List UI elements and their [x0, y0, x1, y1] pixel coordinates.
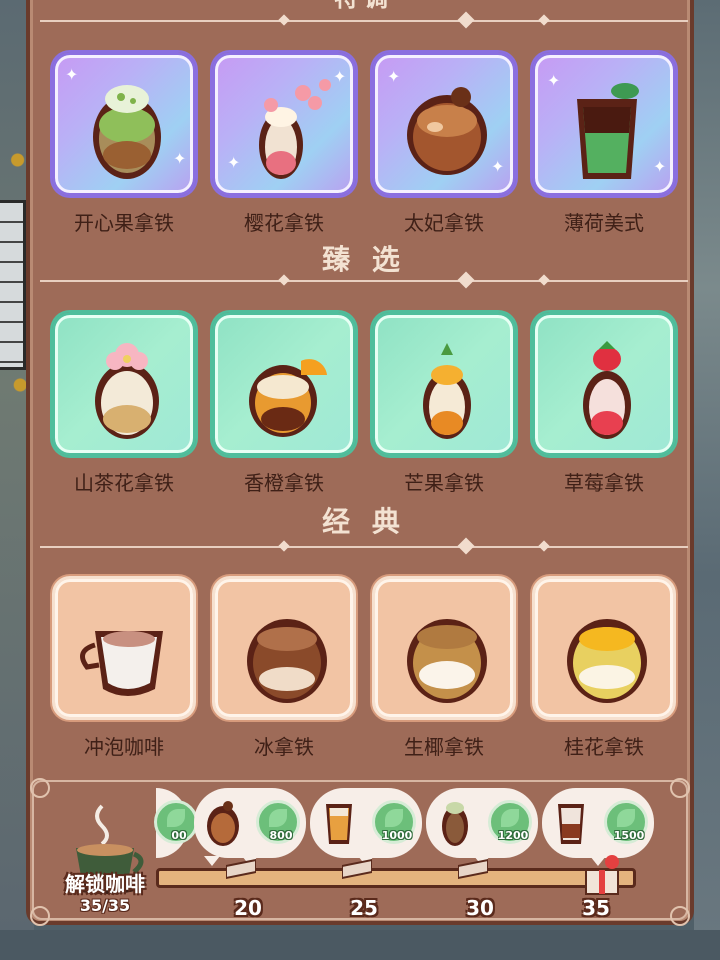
toffee-latte-mini-icon: [207, 801, 239, 846]
reward-amount: 1200: [497, 829, 529, 842]
drink-card-camellia-latte[interactable]: [52, 312, 196, 456]
corner-ornament: [30, 778, 50, 798]
drink-name-label: 生椰拿铁: [404, 735, 484, 759]
lantern-decoration: [0, 200, 26, 370]
leaf-token-icon: 1500: [604, 800, 648, 844]
drink-card-coconut-latte[interactable]: [372, 576, 516, 720]
osmanthus-latte-icon: [567, 619, 647, 703]
reward-milestone-35[interactable]: 1500: [542, 788, 654, 866]
drink-name-label: 香橙拿铁: [244, 471, 324, 495]
strawberry-latte-mini-icon: [558, 804, 584, 844]
brewed-coffee-icon: [80, 631, 163, 696]
reward-amount: 1000: [381, 829, 413, 842]
reward-milestone-20[interactable]: 800: [194, 788, 306, 866]
section-divider: [40, 537, 688, 555]
coconut-latte-icon: [407, 619, 487, 703]
unlock-coffee-label: 解锁咖啡: [65, 872, 145, 896]
section-title-classic: 经 典: [322, 505, 406, 538]
gift-box-icon[interactable]: [580, 854, 624, 898]
orange-latte-icon: [249, 359, 327, 437]
drink-name-label: 芒果拿铁: [404, 471, 484, 495]
orange-latte-mini-icon: [326, 804, 352, 844]
drink-card-sakura-latte[interactable]: ✦ ✦: [212, 52, 356, 196]
mango-latte-icon: [423, 343, 471, 439]
drink-card-osmanthus-latte[interactable]: [532, 576, 676, 720]
ribbon-tick-icon: [226, 858, 256, 880]
drink-name-label: 樱花拿铁: [244, 211, 324, 235]
unlock-count: 35/35: [79, 896, 131, 915]
section-divider: [40, 271, 688, 289]
drink-name-label: 太妃拿铁: [404, 211, 484, 235]
drink-card-strawberry-latte[interactable]: [532, 312, 676, 456]
milestone-label: 35: [582, 896, 610, 920]
reward-amount: 1500: [613, 829, 645, 842]
leaf-token-icon: 1000: [372, 800, 416, 844]
toffee-latte-icon: [407, 87, 487, 175]
unlock-progress-panel: 解锁咖啡 35/35 00 800 1000 1200 1500 20 25 3…: [26, 778, 694, 928]
drink-name-label: 冲泡咖啡: [84, 735, 164, 759]
background-scene-right: [694, 0, 720, 960]
camellia-latte-icon: [95, 343, 159, 439]
drink-card-mint-americano[interactable]: ✦ ✦: [532, 52, 676, 196]
corner-ornament: [670, 906, 690, 926]
sakura-latte-icon: [259, 79, 331, 179]
section-title-select: 臻 选: [322, 243, 406, 276]
drink-name-label: 草莓拿铁: [564, 471, 644, 495]
corner-ornament: [30, 906, 50, 926]
leaf-token-icon: 800: [256, 800, 300, 844]
drink-card-toffee-latte[interactable]: ✦ ✦: [372, 52, 516, 196]
drink-card-iced-latte[interactable]: [212, 576, 356, 720]
milestone-label: 25: [350, 896, 378, 920]
ribbon-tick-icon: [458, 858, 488, 880]
section-divider: [40, 11, 688, 29]
pistachio-latte-icon: [93, 85, 161, 179]
iced-latte-icon: [247, 619, 327, 703]
drink-name-label: 山茶花拿铁: [74, 471, 174, 495]
drink-name-label: 冰拿铁: [254, 735, 314, 759]
background-floor: [0, 930, 720, 960]
corner-ornament: [670, 778, 690, 798]
milestone-label: 20: [234, 896, 262, 920]
mint-americano-icon: [577, 83, 639, 179]
milestone-label: 30: [466, 896, 494, 920]
drink-name-label: 桂花拿铁: [564, 735, 644, 759]
drink-name-label: 开心果拿铁: [74, 211, 174, 235]
reward-milestone-30[interactable]: 1200: [426, 788, 538, 866]
drink-name-label: 薄荷美式: [564, 211, 644, 235]
drink-card-mango-latte[interactable]: [372, 312, 516, 456]
section-title-rare: 特调: [30, 0, 698, 13]
drink-card-orange-latte[interactable]: [212, 312, 356, 456]
pistachio-latte-mini-icon: [442, 802, 468, 846]
strawberry-latte-icon: [583, 341, 631, 439]
leaf-token-icon: 00: [154, 800, 198, 844]
drink-card-brewed-coffee[interactable]: [52, 576, 196, 720]
reward-amount: 800: [269, 829, 293, 842]
drink-card-pistachio-latte[interactable]: ✦ ✦: [52, 52, 196, 196]
ribbon-tick-icon: [342, 858, 372, 880]
reward-milestone-25[interactable]: 1000: [310, 788, 422, 866]
leaf-token-icon: 1200: [488, 800, 532, 844]
